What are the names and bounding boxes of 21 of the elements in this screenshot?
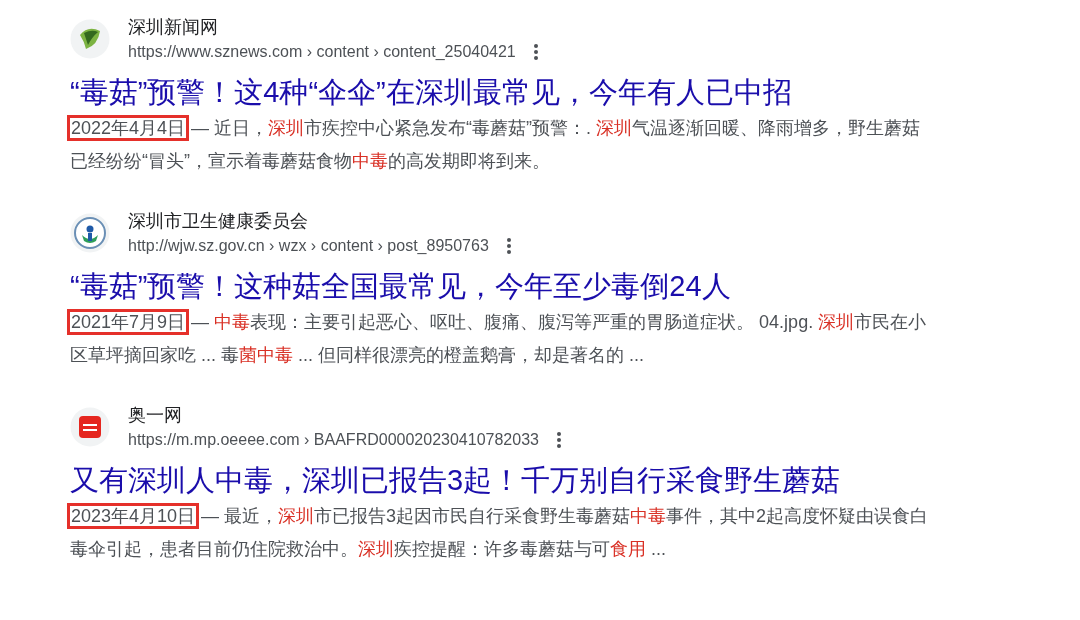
more-options-icon[interactable] <box>533 44 538 60</box>
result-snippet: 2022年4月4日 — 近日，深圳市疾控中心紧急发布“毒蘑菇”预警：. 深圳气温逐渐回暖、降雨增多，野生蘑菇已经纷纷“冒头”，宣示着毒蘑菇食物中毒的高发期即将到来。 <box>70 112 932 178</box>
emblem-logo-icon <box>70 213 110 253</box>
date-annotation-box: 2023年4月10日 <box>70 506 197 526</box>
site-name: 深圳新闻网 <box>128 16 219 39</box>
result-snippet: 2021年7月9日 — 中毒表现：主要引起恶心、呕吐、腹痛、腹泻等严重的胃肠道症状。 04.jpg. 深圳市民在小区草坪摘回家吃 ... 毒菌中毒 ... 但同样很漂亮的橙盖鹅膏，却是著名的 ... <box>70 306 932 372</box>
site-name: 奥一网 <box>128 404 183 427</box>
leaf-logo-icon <box>70 19 110 59</box>
more-options-icon[interactable] <box>556 432 561 448</box>
date-annotation-box: 2021年7月9日 <box>70 312 187 332</box>
result-title-link[interactable]: “毒菇”预警！这4种“伞伞”在深圳最常见，今年有人已中招 <box>70 72 792 112</box>
news-logo-icon <box>70 407 110 447</box>
date-annotation-box: 2022年4月4日 <box>70 118 187 138</box>
more-options-icon[interactable] <box>506 238 511 254</box>
result-url: https://m.mp.oeeee.com › BAAFRD000020230410782033 <box>128 430 539 450</box>
result-title-link[interactable]: “毒菇”预警！这种菇全国最常见，今年至少毒倒24人 <box>70 266 731 306</box>
result-snippet: 2023年4月10日 — 最近，深圳市已报告3起因市民自行采食野生毒蘑菇中毒事件，其中2起高度怀疑由误食白毒伞引起，患者目前仍住院救治中。深圳疾控提醒：许多毒蘑菇与可食用 ... <box>70 500 932 566</box>
result-title-link[interactable]: 又有深圳人中毒，深圳已报告3起！千万别自行采食野生蘑菇 <box>70 460 841 500</box>
result-url: https://www.sznews.com › content › content_25040421 <box>128 42 516 62</box>
site-name: 深圳市卫生健康委员会 <box>128 210 309 233</box>
result-url: http://wjw.sz.gov.cn › wzx › content › post_8950763 <box>128 236 489 256</box>
